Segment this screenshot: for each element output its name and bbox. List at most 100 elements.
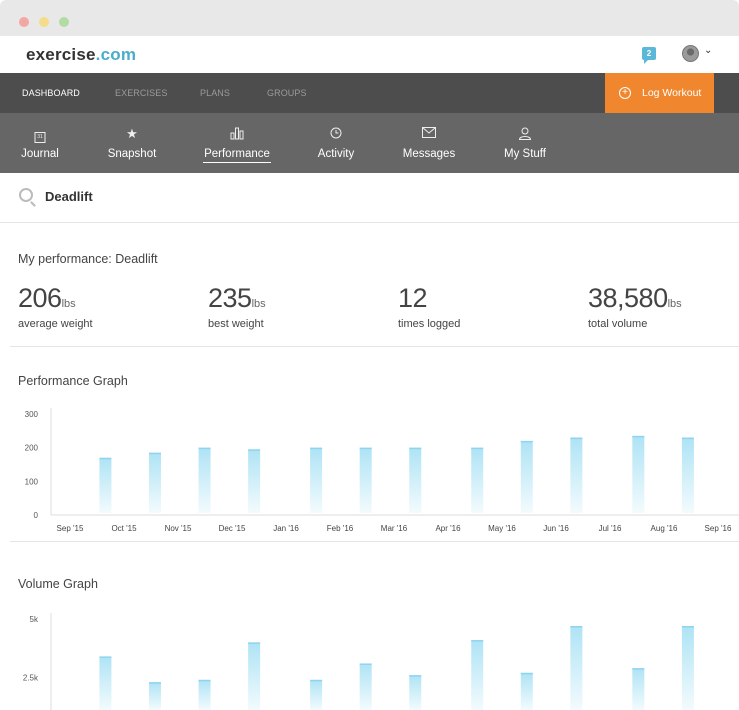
volume-bar-cap xyxy=(570,626,583,628)
perf-bar-cap xyxy=(520,440,533,443)
perf-bar-cap xyxy=(409,447,422,450)
tab-my-stuff[interactable]: My Stuff xyxy=(496,113,554,173)
perf-bar[interactable] xyxy=(148,452,161,513)
envelope-icon xyxy=(422,127,436,141)
messages-badge-icon[interactable]: 2 xyxy=(642,47,656,64)
perf-bar-cap xyxy=(198,447,211,450)
nav-groups[interactable]: GROUPS xyxy=(267,88,307,98)
chevron-down-icon[interactable]: ⌄ xyxy=(704,45,712,56)
perf-y-tick-label: 200 xyxy=(25,444,39,453)
perf-bar-cap xyxy=(310,447,323,450)
section-divider xyxy=(10,346,739,347)
perf-bar-cap xyxy=(570,437,583,440)
section-divider xyxy=(10,541,739,542)
volume-bar[interactable] xyxy=(148,682,161,710)
stat-value: 206 xyxy=(18,283,62,313)
logo-name: exercise xyxy=(26,45,96,64)
bar-chart-icon xyxy=(230,127,244,143)
tab-performance-label: Performance xyxy=(203,148,271,163)
perf-x-tick-label: Feb '16 xyxy=(327,524,354,533)
perf-x-tick-label: Apr '16 xyxy=(435,524,461,533)
tab-journal[interactable]: 31 Journal xyxy=(10,113,70,173)
maximize-window-button[interactable] xyxy=(59,17,69,27)
performance-graph: 0 100 200 300 Sep '15 Oct '15 Nov '15 Dec '15 Ja… xyxy=(25,408,739,533)
perf-y-tick-label: 0 xyxy=(34,511,39,520)
stat-total-volume: 38,580lbs total volume xyxy=(588,283,682,330)
minimize-window-button[interactable] xyxy=(39,17,49,27)
nav-plans[interactable]: PLANS xyxy=(200,88,230,98)
tab-snapshot-label: Snapshot xyxy=(107,148,157,160)
perf-bar[interactable] xyxy=(99,457,112,513)
volume-bar[interactable] xyxy=(99,656,112,710)
volume-bar[interactable] xyxy=(248,642,261,710)
volume-bar-cap xyxy=(99,656,112,658)
perf-bar[interactable] xyxy=(310,447,323,513)
volume-bar-cap xyxy=(148,682,161,684)
perf-bar[interactable] xyxy=(359,447,372,513)
stat-value: 235 xyxy=(208,283,252,313)
volume-y-tick-label: 5k xyxy=(30,615,39,624)
perf-bar[interactable] xyxy=(471,447,484,513)
perf-y-tick-label: 100 xyxy=(25,477,39,486)
exercise-search[interactable]: Deadlift xyxy=(0,173,739,223)
close-window-button[interactable] xyxy=(19,17,29,27)
perf-bar[interactable] xyxy=(198,447,211,513)
tab-activity[interactable]: Activity xyxy=(308,113,364,173)
tab-my-stuff-label: My Stuff xyxy=(504,148,546,160)
volume-bar[interactable] xyxy=(632,668,645,710)
tab-messages[interactable]: Messages xyxy=(398,113,460,173)
performance-graph-title: Performance Graph xyxy=(18,374,128,388)
volume-bar-cap xyxy=(471,640,484,642)
tab-performance[interactable]: Performance xyxy=(203,113,271,173)
log-workout-label: Log Workout xyxy=(642,87,702,99)
volume-bar[interactable] xyxy=(409,675,422,710)
perf-bar-cap xyxy=(471,447,484,450)
tab-snapshot[interactable]: ★ Snapshot xyxy=(102,113,162,173)
volume-bar-cap xyxy=(359,663,372,665)
volume-bar[interactable] xyxy=(520,672,533,710)
perf-bar-cap xyxy=(148,452,161,455)
perf-bar[interactable] xyxy=(520,440,533,513)
window-titlebar xyxy=(0,0,739,36)
user-avatar[interactable] xyxy=(682,45,699,62)
perf-x-tick-label: Dec '15 xyxy=(219,524,246,533)
nav-exercises[interactable]: EXERCISES xyxy=(115,88,167,98)
perf-bar-cap xyxy=(359,447,372,450)
perf-bar-cap xyxy=(681,437,694,440)
log-workout-button[interactable]: + Log Workout xyxy=(605,73,714,113)
perf-bar[interactable] xyxy=(248,449,261,513)
volume-bar[interactable] xyxy=(570,626,583,710)
volume-bar-cap xyxy=(310,679,323,682)
volume-bar[interactable] xyxy=(198,679,211,710)
volume-bar-cap xyxy=(632,668,645,670)
nav-dashboard[interactable]: DASHBOARD xyxy=(22,88,80,98)
perf-bar-cap xyxy=(248,449,261,451)
volume-bar[interactable] xyxy=(471,640,484,710)
stat-times-logged: 12 times logged xyxy=(398,283,460,330)
perf-bar[interactable] xyxy=(632,435,645,513)
calendar-icon: 31 xyxy=(34,127,46,143)
perf-y-tick-label: 300 xyxy=(25,410,39,419)
volume-bar-cap xyxy=(681,626,694,628)
volume-bar-cap xyxy=(409,675,422,677)
brand-bar: exercise.com 2 ⌄ xyxy=(0,36,739,73)
tab-messages-label: Messages xyxy=(402,148,456,160)
perf-bar[interactable] xyxy=(570,437,583,513)
volume-bar[interactable] xyxy=(310,679,323,710)
perf-bar[interactable] xyxy=(681,437,694,513)
search-input[interactable]: Deadlift xyxy=(45,189,93,204)
stat-best-weight: 235lbs best weight xyxy=(208,283,266,330)
volume-bar[interactable] xyxy=(681,626,694,710)
plus-circle-icon: + xyxy=(619,87,631,99)
performance-title: My performance: Deadlift xyxy=(18,252,158,266)
stat-unit: lbs xyxy=(61,298,76,310)
perf-x-tick-label: Jul '16 xyxy=(599,524,622,533)
perf-x-tick-label: Sep '16 xyxy=(705,524,732,533)
site-logo[interactable]: exercise.com xyxy=(26,45,136,65)
perf-bar[interactable] xyxy=(409,447,422,513)
stat-value: 38,580 xyxy=(588,283,668,313)
perf-bar-cap xyxy=(632,435,645,438)
perf-x-tick-label: Aug '16 xyxy=(651,524,678,533)
volume-bar[interactable] xyxy=(359,663,372,710)
search-icon xyxy=(19,188,33,202)
